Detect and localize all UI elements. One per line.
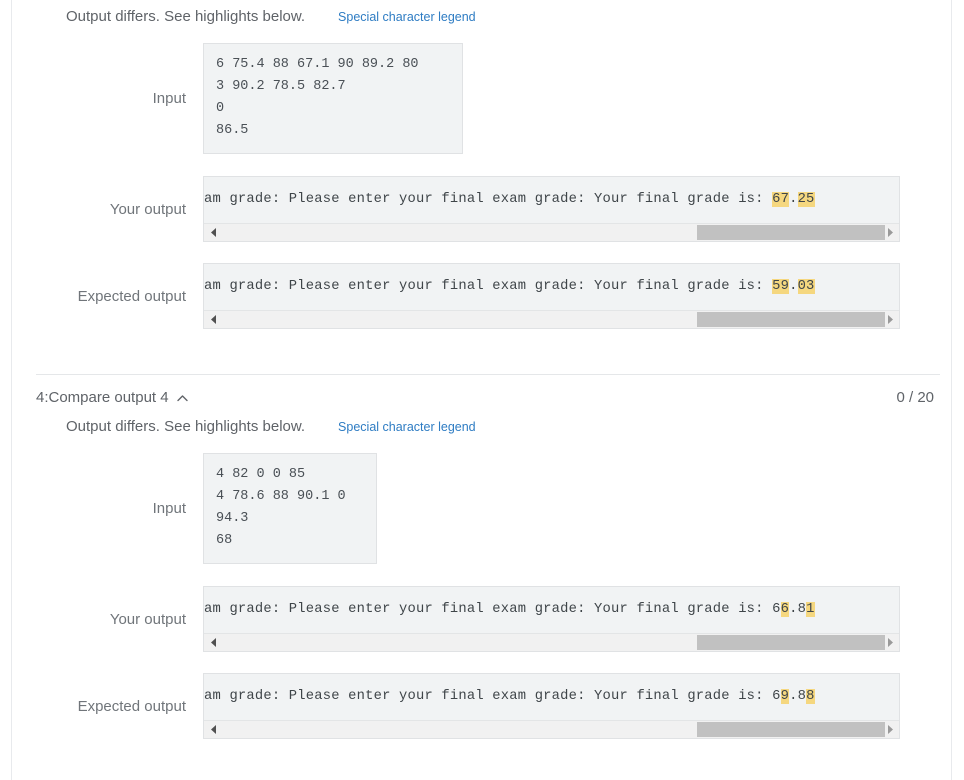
scroll-right-arrow-icon[interactable]: [882, 224, 897, 241]
output-char: .: [789, 192, 798, 207]
diff-highlight: 25: [797, 192, 815, 207]
test-case-section: 4:Compare output 4 0 / 20 Output differs…: [0, 374, 964, 739]
your-output-text: am grade: Please enter your final exam g…: [204, 192, 815, 207]
expected-output-text: am grade: Please enter your final exam g…: [204, 689, 815, 704]
output-char: .8: [789, 689, 807, 704]
hscrollbar-thumb[interactable]: [697, 635, 886, 650]
your-output-label: Your output: [109, 200, 186, 218]
your-output-row: Your output am grade: Please enter your …: [0, 586, 964, 652]
input-row: Input 4 82 0 0 85 4 78.6 88 90.1 0 94.3 …: [0, 453, 964, 564]
hscrollbar-thumb[interactable]: [697, 312, 886, 327]
test-case-score: 0 / 20: [896, 389, 934, 406]
expected-output-row: Expected output am grade: Please enter y…: [0, 673, 964, 739]
input-value-box: 6 75.4 88 67.1 90 89.2 80 3 90.2 78.5 82…: [203, 43, 463, 154]
your-output-hscrollbar[interactable]: [204, 633, 899, 651]
diff-highlight: 8: [806, 689, 815, 704]
output-char: 6: [772, 602, 781, 617]
test-results-panel: Output differs. See highlights below. Sp…: [0, 0, 964, 780]
input-value-box: 4 82 0 0 85 4 78.6 88 90.1 0 94.3 68: [203, 453, 377, 564]
expected-output-label: Expected output: [77, 697, 186, 715]
diff-highlight: 59: [772, 279, 790, 294]
your-output-box: am grade: Please enter your final exam g…: [203, 176, 900, 242]
hscrollbar-thumb[interactable]: [697, 722, 886, 737]
your-output-label: Your output: [109, 610, 186, 628]
output-differs-text: Output differs. See highlights below.: [66, 418, 306, 435]
special-character-legend-link[interactable]: Special character legend: [338, 420, 476, 434]
output-char: 6: [772, 689, 781, 704]
input-label: Input: [152, 500, 186, 517]
output-differs-row: Output differs. See highlights below. Sp…: [0, 416, 964, 435]
expected-output-hscrollbar[interactable]: [204, 310, 899, 328]
scroll-right-arrow-icon[interactable]: [882, 311, 897, 328]
your-output-text: am grade: Please enter your final exam g…: [204, 602, 815, 617]
expected-output-label: Expected output: [77, 287, 186, 305]
test-case-title[interactable]: 4:Compare output 4: [36, 389, 189, 406]
input-row: Input 6 75.4 88 67.1 90 89.2 80 3 90.2 7…: [0, 43, 964, 154]
special-character-legend-link[interactable]: Special character legend: [338, 10, 476, 24]
diff-highlight: 67: [772, 192, 790, 207]
scroll-left-arrow-icon[interactable]: [206, 224, 221, 241]
expected-output-hscrollbar[interactable]: [204, 720, 899, 738]
test-case-title-text: 4:Compare output 4: [36, 389, 169, 406]
expected-output-box: am grade: Please enter your final exam g…: [203, 673, 900, 739]
hscrollbar-thumb[interactable]: [697, 225, 886, 240]
expected-output-text: am grade: Please enter your final exam g…: [204, 279, 815, 294]
diff-highlight: 03: [797, 279, 815, 294]
scroll-left-arrow-icon[interactable]: [206, 311, 221, 328]
scroll-right-arrow-icon[interactable]: [882, 634, 897, 651]
diff-highlight: 6: [780, 602, 790, 617]
output-char: .: [789, 279, 798, 294]
your-output-row: Your output am grade: Please enter your …: [0, 176, 964, 242]
your-output-hscrollbar[interactable]: [204, 223, 899, 241]
scroll-left-arrow-icon[interactable]: [206, 721, 221, 738]
expected-output-box: am grade: Please enter your final exam g…: [203, 263, 900, 329]
scroll-right-arrow-icon[interactable]: [882, 721, 897, 738]
test-case-header[interactable]: 4:Compare output 4 0 / 20: [0, 375, 964, 416]
output-differs-text: Output differs. See highlights below.: [66, 8, 306, 25]
input-label: Input: [152, 90, 186, 107]
diff-highlight: 1: [806, 602, 815, 617]
output-char: .8: [789, 602, 807, 617]
diff-highlight: 9: [780, 689, 790, 704]
expected-output-row: Expected output am grade: Please enter y…: [0, 263, 964, 329]
chevron-up-icon[interactable]: [176, 392, 189, 405]
scroll-left-arrow-icon[interactable]: [206, 634, 221, 651]
your-output-box: am grade: Please enter your final exam g…: [203, 586, 900, 652]
output-differs-row: Output differs. See highlights below. Sp…: [0, 0, 964, 25]
test-case-section: Output differs. See highlights below. Sp…: [0, 0, 964, 329]
